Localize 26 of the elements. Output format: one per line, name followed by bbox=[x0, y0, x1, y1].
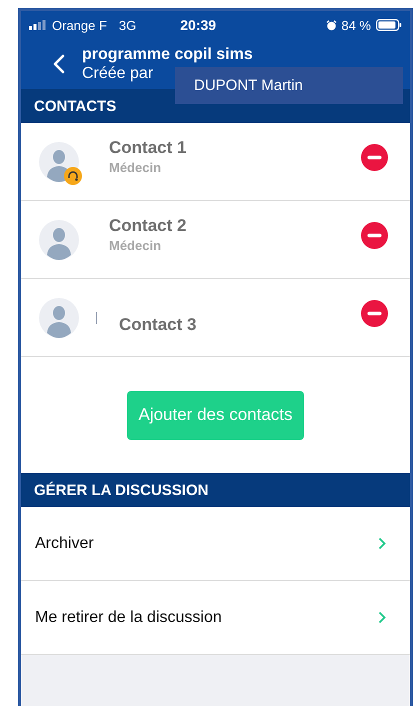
contact-role: Médecin bbox=[109, 238, 162, 253]
network-type: 3G bbox=[118, 18, 136, 32]
menu-item[interactable]: Me retirer de la discussion bbox=[35, 608, 222, 626]
clock: 20:39 bbox=[180, 17, 218, 33]
battery-icon bbox=[376, 19, 402, 31]
alarm-icon bbox=[326, 20, 338, 30]
remove-icon[interactable] bbox=[361, 144, 388, 171]
remove-icon[interactable] bbox=[361, 222, 388, 249]
section-header: GÉRER LA DISCUSSION bbox=[21, 473, 410, 507]
chat-subtitle: Créée par bbox=[82, 64, 154, 82]
contact-name: Contact 1 bbox=[109, 138, 188, 158]
avatar-icon bbox=[39, 220, 79, 260]
menu-item[interactable]: Archiver bbox=[35, 534, 94, 552]
signal-icon bbox=[29, 20, 46, 30]
chevron-icon bbox=[378, 537, 386, 550]
contact-name: Contact 2 bbox=[109, 216, 188, 236]
carrier-name: Orange F bbox=[52, 18, 107, 32]
creator-tooltip: DUPONT Martin bbox=[175, 67, 403, 104]
chevron-icon bbox=[378, 611, 386, 624]
contact-role: Médecin bbox=[109, 160, 162, 175]
back-icon[interactable] bbox=[53, 54, 65, 74]
contact-name: Contact 3 bbox=[119, 314, 198, 334]
remove-icon[interactable] bbox=[361, 300, 388, 327]
chat-title: programme copil sims bbox=[82, 46, 253, 64]
avatar-icon bbox=[39, 298, 79, 338]
battery-percent: 84 % bbox=[341, 18, 371, 32]
